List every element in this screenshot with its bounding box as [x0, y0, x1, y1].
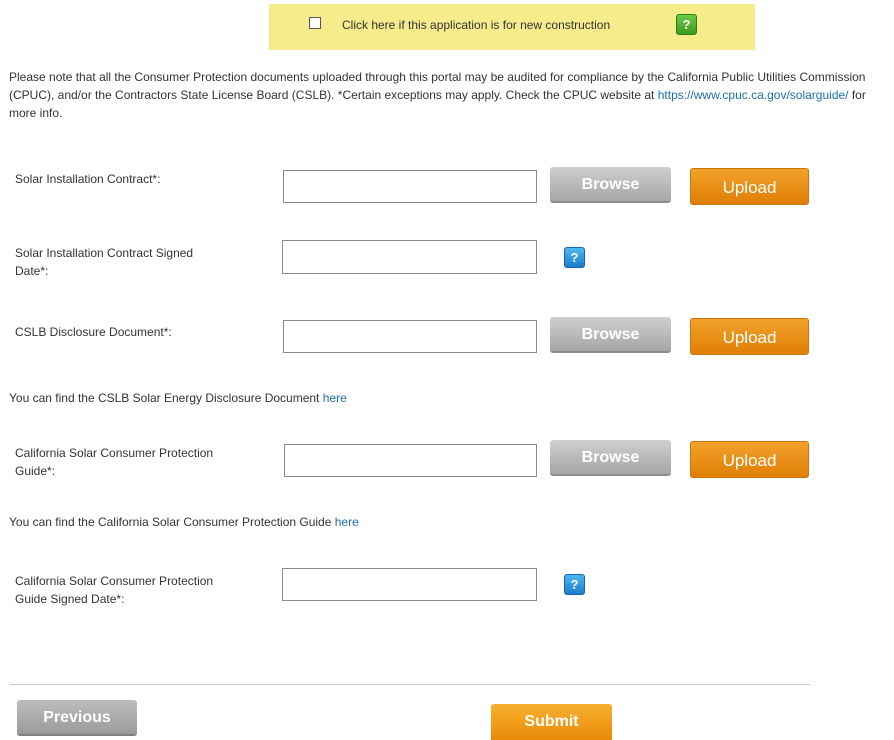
new-construction-label[interactable]: Click here if this application is for ne… [342, 18, 610, 32]
guide-date-label-line1: California Solar Consumer Protection [15, 574, 214, 588]
guide-browse-button[interactable]: Browse [550, 440, 671, 476]
cslb-browse-button[interactable]: Browse [550, 317, 671, 353]
guide-label-line1: California Solar Consumer Protection [15, 446, 214, 460]
new-construction-banner: Click here if this application is for ne… [269, 4, 755, 50]
guide-upload-button[interactable]: Upload [690, 441, 809, 478]
guide-file-field[interactable] [284, 444, 537, 477]
guide-info: You can find the California Solar Consum… [9, 515, 359, 529]
contract-signed-date-field[interactable] [282, 240, 537, 274]
guide-here-link[interactable]: here [335, 515, 359, 529]
cslb-upload-button[interactable]: Upload [690, 318, 809, 355]
guide-date-label-line2: Guide Signed Date*: [15, 592, 125, 606]
contract-label: Solar Installation Contract*: [15, 172, 161, 186]
guide-date-label: California Solar Consumer Protection Gui… [15, 572, 213, 608]
contract-date-help-icon[interactable]: ? [564, 247, 585, 268]
cpuc-website-link[interactable]: https://www.cpuc.ca.gov/solarguide/ [658, 88, 849, 102]
cslb-info-text: You can find the CSLB Solar Energy Discl… [9, 391, 323, 405]
contract-file-field[interactable] [283, 170, 537, 203]
contract-date-label-line2: Date*: [15, 264, 49, 278]
guide-label-line2: Guide*: [15, 464, 56, 478]
green-help-icon[interactable]: ? [676, 14, 697, 35]
previous-button[interactable]: Previous [17, 700, 137, 736]
cslb-label: CSLB Disclosure Document*: [15, 325, 172, 339]
footer-divider [10, 684, 810, 685]
new-construction-checkbox[interactable] [309, 17, 321, 29]
contract-date-label-line1: Solar Installation Contract Signed [15, 246, 194, 260]
cslb-file-field[interactable] [283, 320, 537, 353]
cpuc-notice: Please note that all the Consumer Protec… [9, 68, 893, 122]
cslb-here-link[interactable]: here [323, 391, 347, 405]
cslb-info: You can find the CSLB Solar Energy Discl… [9, 391, 347, 405]
contract-date-label: Solar Installation Contract Signed Date*… [15, 244, 193, 280]
guide-date-help-icon[interactable]: ? [564, 574, 585, 595]
guide-info-text: You can find the California Solar Consum… [9, 515, 335, 529]
contract-upload-button[interactable]: Upload [690, 168, 809, 205]
submit-button[interactable]: Submit [491, 704, 612, 740]
guide-signed-date-field[interactable] [282, 568, 537, 601]
guide-label: California Solar Consumer Protection Gui… [15, 444, 213, 480]
contract-browse-button[interactable]: Browse [550, 167, 671, 203]
